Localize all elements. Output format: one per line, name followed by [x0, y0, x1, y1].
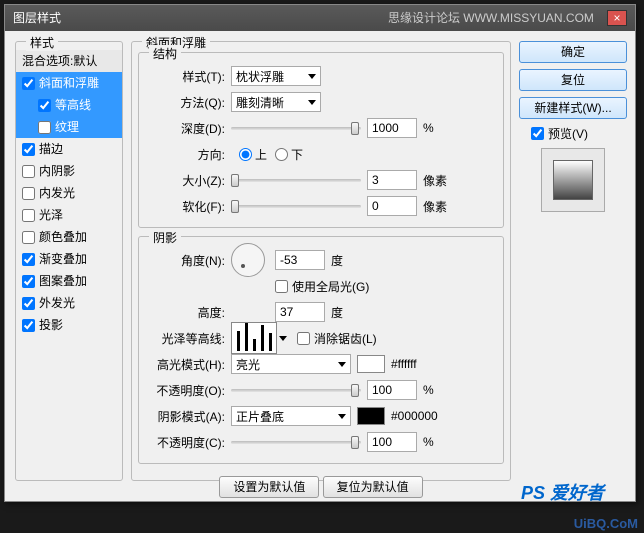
- highlight-mode-label: 高光模式(H):: [149, 356, 231, 373]
- style-bevel-checkbox[interactable]: [22, 77, 35, 90]
- chevron-down-icon: [308, 74, 316, 79]
- chevron-down-icon[interactable]: [279, 336, 287, 341]
- watermark-psah: PS 爱好者: [521, 479, 604, 505]
- style-contour[interactable]: 等高线: [16, 94, 122, 116]
- preview-checkbox[interactable]: [531, 127, 544, 140]
- angle-input[interactable]: -53: [275, 250, 325, 270]
- global-light-checkbox[interactable]: [275, 280, 288, 293]
- shading-legend: 阴影: [149, 229, 181, 246]
- style-gradient-overlay-checkbox[interactable]: [22, 253, 35, 266]
- styles-legend: 样式: [26, 34, 58, 51]
- layer-style-dialog: 图层样式 思缘设计论坛 WWW.MISSYUAN.COM × 样式 混合选项:默…: [4, 4, 636, 502]
- style-inner-glow[interactable]: 内发光: [16, 182, 122, 204]
- technique-select[interactable]: 雕刻清晰: [231, 92, 321, 112]
- style-select[interactable]: 枕状浮雕: [231, 66, 321, 86]
- style-stroke[interactable]: 描边: [16, 138, 122, 160]
- size-label: 大小(Z):: [149, 172, 231, 189]
- make-default-button[interactable]: 设置为默认值: [219, 476, 319, 498]
- direction-label: 方向:: [149, 146, 231, 163]
- technique-label: 方法(Q):: [149, 94, 231, 111]
- style-contour-checkbox[interactable]: [38, 99, 51, 112]
- style-inner-shadow-checkbox[interactable]: [22, 165, 35, 178]
- altitude-input[interactable]: 37: [275, 302, 325, 322]
- depth-input[interactable]: 1000: [367, 118, 417, 138]
- watermark-uibq: UiBQ.CoM: [574, 516, 638, 531]
- antialias-checkbox[interactable]: [297, 332, 310, 345]
- chevron-down-icon: [308, 100, 316, 105]
- close-icon[interactable]: ×: [607, 10, 627, 26]
- style-drop-shadow[interactable]: 投影: [16, 314, 122, 336]
- shading-group: 阴影 角度(N): -53 度 使用全局光(G) 高度:: [138, 236, 504, 464]
- soften-label: 软化(F):: [149, 198, 231, 215]
- highlight-color-text: #ffffff: [391, 357, 417, 371]
- style-texture-checkbox[interactable]: [38, 121, 51, 134]
- style-satin-checkbox[interactable]: [22, 209, 35, 222]
- style-outer-glow[interactable]: 外发光: [16, 292, 122, 314]
- highlight-color-swatch[interactable]: [357, 355, 385, 373]
- angle-label: 角度(N):: [149, 252, 231, 269]
- bevel-panel: 斜面和浮雕 结构 样式(T): 枕状浮雕 方法(Q): 雕刻清晰 深度(D):: [131, 41, 511, 481]
- style-inner-glow-checkbox[interactable]: [22, 187, 35, 200]
- shadow-color-text: #000000: [391, 409, 438, 423]
- depth-slider[interactable]: [231, 119, 361, 137]
- direction-down-radio[interactable]: [275, 148, 288, 161]
- angle-wheel[interactable]: [231, 243, 265, 277]
- style-pattern-overlay[interactable]: 图案叠加: [16, 270, 122, 292]
- structure-group: 结构 样式(T): 枕状浮雕 方法(Q): 雕刻清晰 深度(D): 1000 %: [138, 52, 504, 228]
- direction-up-radio[interactable]: [239, 148, 252, 161]
- highlight-opacity-input[interactable]: 100: [367, 380, 417, 400]
- size-input[interactable]: 3: [367, 170, 417, 190]
- style-outer-glow-checkbox[interactable]: [22, 297, 35, 310]
- soften-input[interactable]: 0: [367, 196, 417, 216]
- shadow-opacity-slider[interactable]: [231, 433, 361, 451]
- style-satin[interactable]: 光泽: [16, 204, 122, 226]
- shadow-opacity-input[interactable]: 100: [367, 432, 417, 452]
- style-color-overlay[interactable]: 颜色叠加: [16, 226, 122, 248]
- style-gradient-overlay[interactable]: 渐变叠加: [16, 248, 122, 270]
- style-color-overlay-checkbox[interactable]: [22, 231, 35, 244]
- titlebar-site: 思缘设计论坛 WWW.MISSYUAN.COM ×: [388, 5, 627, 32]
- dialog-title: 图层样式: [13, 5, 61, 31]
- style-stroke-checkbox[interactable]: [22, 143, 35, 156]
- cancel-button[interactable]: 复位: [519, 69, 627, 91]
- soften-slider[interactable]: [231, 197, 361, 215]
- style-pattern-overlay-checkbox[interactable]: [22, 275, 35, 288]
- shadow-mode-select[interactable]: 正片叠底: [231, 406, 351, 426]
- shadow-opacity-label: 不透明度(C):: [149, 434, 231, 451]
- depth-label: 深度(D):: [149, 120, 231, 137]
- blend-options[interactable]: 混合选项:默认: [16, 50, 122, 72]
- gloss-label: 光泽等高线:: [149, 330, 231, 347]
- new-style-button[interactable]: 新建样式(W)...: [519, 97, 627, 119]
- size-slider[interactable]: [231, 171, 361, 189]
- chevron-down-icon: [338, 362, 346, 367]
- highlight-opacity-label: 不透明度(O):: [149, 382, 231, 399]
- ok-button[interactable]: 确定: [519, 41, 627, 63]
- structure-legend: 结构: [149, 45, 181, 62]
- style-label: 样式(T):: [149, 68, 231, 85]
- styles-panel: 样式 混合选项:默认 斜面和浮雕 等高线 纹理 描边 内阴影 内发光 光泽 颜色…: [15, 41, 123, 481]
- highlight-opacity-slider[interactable]: [231, 381, 361, 399]
- shadow-color-swatch[interactable]: [357, 407, 385, 425]
- titlebar: 图层样式 思缘设计论坛 WWW.MISSYUAN.COM ×: [5, 5, 635, 31]
- preview-thumbnail: [541, 148, 605, 212]
- style-texture[interactable]: 纹理: [16, 116, 122, 138]
- style-bevel-emboss[interactable]: 斜面和浮雕: [16, 72, 122, 94]
- shadow-mode-label: 阴影模式(A):: [149, 408, 231, 425]
- chevron-down-icon: [338, 414, 346, 419]
- style-inner-shadow[interactable]: 内阴影: [16, 160, 122, 182]
- altitude-label: 高度:: [149, 304, 231, 321]
- highlight-mode-select[interactable]: 亮光: [231, 354, 351, 374]
- reset-default-button[interactable]: 复位为默认值: [323, 476, 423, 498]
- style-drop-shadow-checkbox[interactable]: [22, 319, 35, 332]
- gloss-contour[interactable]: [231, 322, 277, 354]
